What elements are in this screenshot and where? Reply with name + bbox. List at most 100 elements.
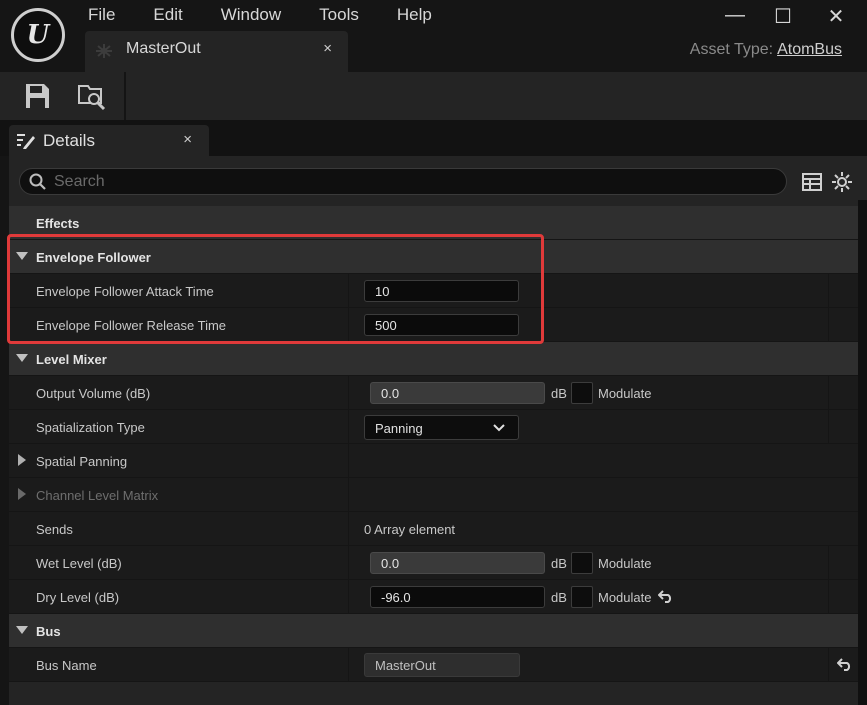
spatialization-type-label: Spatialization Type: [36, 420, 145, 435]
dry-level-unit: dB: [551, 590, 567, 605]
expand-arrow-icon[interactable]: [18, 454, 26, 466]
bus-name-field: MasterOut: [364, 653, 520, 677]
title-bar: U File Edit Window Tools Help — ☐ ✕ Mast…: [0, 0, 867, 72]
bus-name-label: Bus Name: [36, 658, 97, 673]
property-row-sends: Sends 0 Array element: [9, 512, 867, 546]
asset-type: Asset Type: AtomBus: [690, 41, 842, 59]
menu-edit[interactable]: Edit: [153, 5, 182, 25]
property-row-channel-level-matrix[interactable]: Channel Level Matrix: [9, 478, 867, 512]
search-icon: [29, 173, 46, 190]
category-level-mixer-label: Level Mixer: [36, 352, 107, 367]
close-tab-icon[interactable]: ×: [323, 40, 332, 57]
category-envelope-follower[interactable]: Envelope Follower: [9, 240, 867, 274]
menu-help[interactable]: Help: [397, 5, 432, 25]
close-window-button[interactable]: ✕: [821, 4, 851, 29]
column-divider: [348, 580, 349, 614]
details-tab-label: Details: [43, 131, 95, 150]
column-divider: [828, 308, 829, 342]
wet-level-modulate-label: Modulate: [598, 556, 652, 571]
table-view-icon[interactable]: [801, 171, 823, 193]
attack-time-input[interactable]: 10: [364, 280, 519, 302]
menu-tools[interactable]: Tools: [319, 5, 359, 25]
toolbar-divider: [124, 72, 126, 120]
close-details-icon[interactable]: ×: [183, 131, 192, 148]
unreal-logo-icon[interactable]: U: [11, 8, 65, 62]
expand-arrow-icon[interactable]: [16, 354, 28, 362]
property-row-attack-time: Envelope Follower Attack Time 10: [9, 274, 867, 308]
column-divider: [828, 648, 829, 682]
asset-type-label: Asset Type:: [689, 41, 774, 58]
sends-value: 0 Array element: [364, 522, 456, 537]
document-tab[interactable]: MasterOut ×: [85, 31, 348, 72]
output-volume-input[interactable]: 0.0: [370, 382, 545, 404]
expand-arrow-icon[interactable]: [16, 626, 28, 634]
menu-window[interactable]: Window: [221, 5, 281, 25]
settings-gear-icon[interactable]: [831, 171, 853, 193]
release-time-input[interactable]: 500: [364, 314, 519, 336]
browse-asset-icon[interactable]: [77, 81, 107, 111]
details-tab-bar: Details ×: [0, 120, 867, 156]
column-divider: [348, 376, 349, 410]
spatial-panning-label: Spatial Panning: [36, 454, 128, 469]
property-row-spatial-panning[interactable]: Spatial Panning: [9, 444, 867, 478]
category-effects-label: Effects: [36, 216, 80, 231]
column-divider: [348, 274, 349, 308]
wet-level-unit: dB: [551, 556, 567, 571]
wet-level-input[interactable]: 0.0: [370, 552, 545, 574]
output-volume-modulate-checkbox[interactable]: [571, 382, 593, 404]
asset-type-link[interactable]: AtomBus: [777, 41, 842, 58]
search-input[interactable]: [54, 171, 754, 192]
column-divider: [828, 376, 829, 410]
property-row-bus-name: Bus Name MasterOut: [9, 648, 867, 682]
property-row-wet-level: Wet Level (dB) 0.0 dB Modulate: [9, 546, 867, 580]
sends-label: Sends: [36, 522, 73, 537]
search-box: [19, 168, 787, 195]
dry-level-input[interactable]: -96.0: [370, 586, 545, 608]
menu-file[interactable]: File: [88, 5, 115, 25]
release-time-label: Envelope Follower Release Time: [36, 318, 227, 333]
maximize-button[interactable]: ☐: [768, 4, 798, 29]
spatialization-type-value: Panning: [375, 421, 423, 436]
chevron-down-icon: [493, 424, 505, 432]
output-volume-unit: dB: [551, 386, 567, 401]
expand-arrow-icon[interactable]: [18, 488, 26, 500]
column-divider: [828, 580, 829, 614]
menu-bar: File Edit Window Tools Help: [88, 5, 470, 25]
scrollbar[interactable]: [858, 200, 867, 705]
property-row-output-volume: Output Volume (dB) 0.0 dB Modulate: [9, 376, 867, 410]
column-divider: [348, 444, 349, 478]
column-divider: [348, 512, 349, 546]
dry-level-modulate-checkbox[interactable]: [571, 586, 593, 608]
column-divider: [348, 410, 349, 444]
category-bus-label: Bus: [36, 624, 61, 639]
wet-level-modulate-checkbox[interactable]: [571, 552, 593, 574]
category-effects[interactable]: Effects: [9, 206, 867, 240]
expand-arrow-icon[interactable]: [16, 252, 28, 260]
category-level-mixer[interactable]: Level Mixer: [9, 342, 867, 376]
wet-level-label: Wet Level (dB): [36, 556, 122, 571]
property-row-spatialization-type: Spatialization Type Panning: [9, 410, 867, 444]
save-icon[interactable]: [22, 81, 52, 111]
spatialization-type-dropdown[interactable]: Panning: [364, 415, 519, 440]
document-tab-label: MasterOut: [126, 40, 201, 57]
dry-level-label: Dry Level (dB): [36, 590, 120, 605]
details-edit-icon: [17, 134, 35, 149]
attack-time-label: Envelope Follower Attack Time: [36, 284, 214, 299]
property-row-release-time: Envelope Follower Release Time 500: [9, 308, 867, 342]
category-envelope-follower-label: Envelope Follower: [36, 250, 151, 265]
details-tab[interactable]: Details ×: [9, 125, 209, 156]
atom-bus-icon: [96, 44, 112, 58]
reset-to-default-icon[interactable]: [837, 657, 853, 671]
output-volume-label: Output Volume (dB): [36, 386, 151, 401]
column-divider: [348, 308, 349, 342]
column-divider: [348, 478, 349, 512]
minimize-button[interactable]: —: [720, 4, 750, 27]
dry-level-modulate-label: Modulate: [598, 590, 652, 605]
category-bus[interactable]: Bus: [9, 614, 867, 648]
column-divider: [828, 546, 829, 580]
channel-level-matrix-label: Channel Level Matrix: [36, 488, 159, 503]
reset-to-default-icon[interactable]: [658, 589, 674, 603]
toolbar: [0, 72, 867, 120]
column-divider: [348, 546, 349, 580]
column-divider: [828, 274, 829, 308]
